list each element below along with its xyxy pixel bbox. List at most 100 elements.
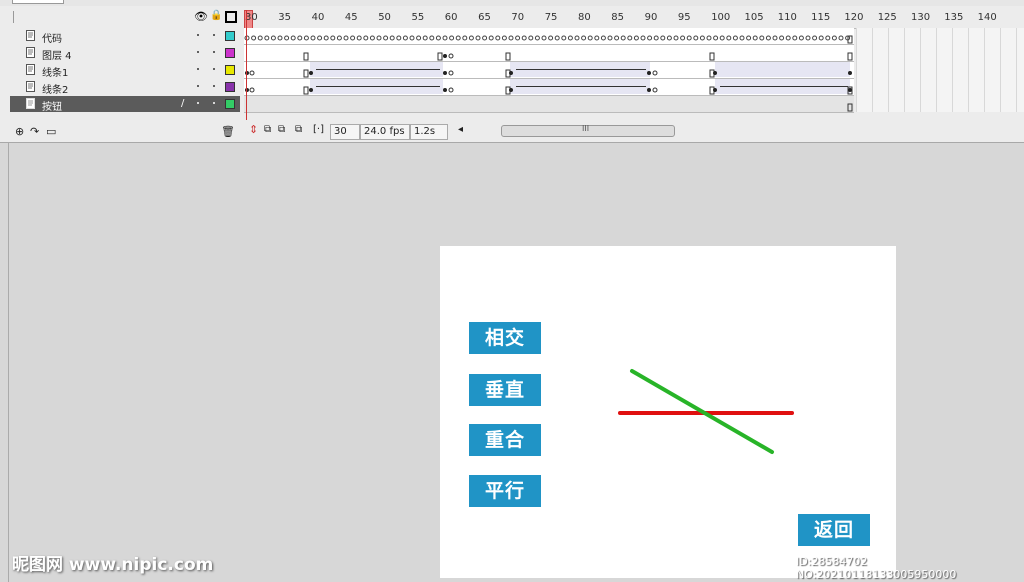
code-frame-marker bbox=[336, 35, 342, 41]
eye-icon[interactable]: 👁 bbox=[194, 10, 208, 23]
code-frame-marker bbox=[303, 35, 309, 41]
visibility-dot[interactable] bbox=[197, 85, 199, 87]
code-frame-marker bbox=[297, 35, 303, 41]
add-guide-icon[interactable]: ↷ bbox=[30, 125, 39, 138]
code-frame-marker bbox=[785, 35, 791, 41]
code-frame-marker bbox=[409, 35, 415, 41]
visibility-dot[interactable] bbox=[197, 102, 199, 104]
ruler-label: 50 bbox=[378, 12, 391, 23]
scene-tab[interactable] bbox=[12, 0, 64, 4]
lock-icon[interactable]: 🔒 bbox=[210, 10, 222, 21]
code-frame-marker bbox=[706, 35, 712, 41]
outline-icon[interactable] bbox=[225, 11, 237, 23]
code-frame-marker bbox=[660, 35, 666, 41]
code-frame-marker bbox=[416, 35, 422, 41]
code-frame-marker bbox=[825, 35, 831, 41]
code-frame-marker bbox=[607, 35, 613, 41]
code-frame-marker bbox=[792, 35, 798, 41]
watermark-id: ID:28584702 NO:20210118133005950000 bbox=[796, 555, 957, 581]
code-frame-marker bbox=[323, 35, 329, 41]
code-frame-marker bbox=[521, 35, 527, 41]
watermark: 昵图网 www.nipic.com bbox=[12, 555, 214, 575]
scroll-left-icon[interactable]: ◂ bbox=[458, 124, 463, 135]
code-frame-marker bbox=[818, 35, 824, 41]
fps-field[interactable]: 24.0 fps bbox=[360, 124, 410, 140]
code-frame-marker bbox=[739, 35, 745, 41]
trash-icon[interactable]: 🗑 bbox=[221, 125, 235, 138]
code-frame-marker bbox=[330, 35, 336, 41]
code-frame-marker bbox=[356, 35, 362, 41]
code-frame-marker bbox=[805, 35, 811, 41]
code-frame-marker bbox=[310, 35, 316, 41]
code-frame-marker bbox=[719, 35, 725, 41]
layer-row-line1[interactable]: 线条1 bbox=[10, 62, 240, 79]
visibility-dot[interactable] bbox=[197, 51, 199, 53]
layer-color-swatch[interactable] bbox=[225, 48, 235, 58]
layer-color-swatch[interactable] bbox=[225, 99, 235, 109]
layer-header: 👁 🔒 bbox=[10, 8, 240, 28]
center-frame-icon[interactable]: ⇕ bbox=[249, 123, 258, 136]
code-frame-marker bbox=[528, 35, 534, 41]
code-frame-marker bbox=[363, 35, 369, 41]
visibility-dot[interactable] bbox=[197, 34, 199, 36]
layer-icon bbox=[26, 30, 36, 41]
layer-row-line2[interactable]: 线条2 bbox=[10, 79, 240, 96]
ruler-label: 130 bbox=[911, 12, 931, 23]
add-folder-icon[interactable]: ▭ bbox=[46, 125, 56, 138]
timeline-scrollbar[interactable]: III bbox=[501, 124, 675, 137]
code-frame-marker bbox=[376, 35, 382, 41]
edit-multiple-icon[interactable]: ⧉ bbox=[295, 124, 302, 135]
frame-grid-empty[interactable] bbox=[856, 28, 1024, 112]
visibility-dot[interactable] bbox=[197, 68, 199, 70]
code-frame-marker bbox=[779, 35, 785, 41]
code-frame-marker bbox=[594, 35, 600, 41]
onion-outline-icon[interactable]: ⧉ bbox=[278, 124, 285, 135]
code-frame-marker bbox=[620, 35, 626, 41]
time-field[interactable]: 1.2s bbox=[410, 124, 448, 140]
current-frame-field[interactable]: 30 bbox=[330, 124, 360, 140]
timeline-panel: 👁 🔒 代码 图层 4 线条1 线条2 按钮 / 30 35 40 45 50 … bbox=[0, 0, 1024, 143]
code-frame-marker bbox=[435, 35, 441, 41]
code-frame-marker bbox=[673, 35, 679, 41]
ruler-label: 35 bbox=[278, 12, 292, 23]
lock-dot[interactable] bbox=[213, 102, 215, 104]
layer-color-swatch[interactable] bbox=[225, 82, 235, 92]
ruler-label: 80 bbox=[578, 12, 591, 23]
code-frame-marker bbox=[686, 35, 692, 41]
code-frame-marker bbox=[270, 35, 276, 41]
code-frame-marker bbox=[812, 35, 818, 41]
keyframe-markers bbox=[244, 35, 853, 112]
lock-dot[interactable] bbox=[213, 85, 215, 87]
code-frame-marker bbox=[350, 35, 356, 41]
ruler-label: 75 bbox=[544, 12, 558, 23]
add-layer-icon[interactable]: ⊕ bbox=[15, 125, 24, 138]
code-frame-marker bbox=[422, 35, 428, 41]
stage[interactable]: 相交 垂直 重合 平行 返回 bbox=[440, 246, 896, 578]
layer-row-code[interactable]: 代码 bbox=[10, 28, 240, 45]
code-frame-marker bbox=[666, 35, 672, 41]
lock-dot[interactable] bbox=[213, 51, 215, 53]
ruler-label: 140 bbox=[977, 12, 997, 23]
code-frame-marker bbox=[633, 35, 639, 41]
code-frame-marker bbox=[653, 35, 659, 41]
layer-color-swatch[interactable] bbox=[225, 65, 235, 75]
code-frame-marker bbox=[495, 35, 501, 41]
layer-row-layer4[interactable]: 图层 4 bbox=[10, 45, 240, 62]
onion-markers-icon[interactable]: [·] bbox=[313, 124, 324, 135]
layer-icon bbox=[26, 81, 36, 92]
code-frame-marker bbox=[838, 35, 844, 41]
code-frame-marker bbox=[765, 35, 771, 41]
layer-color-swatch[interactable] bbox=[225, 31, 235, 41]
code-frame-marker bbox=[449, 35, 455, 41]
code-frame-marker bbox=[554, 35, 560, 41]
layer-name: 线条1 bbox=[42, 68, 69, 79]
ruler-label: 65 bbox=[478, 12, 491, 23]
lock-dot[interactable] bbox=[213, 34, 215, 36]
onion-skin-icon[interactable]: ⧉ bbox=[264, 124, 271, 135]
code-frame-marker bbox=[541, 35, 547, 41]
code-frame-marker bbox=[640, 35, 646, 41]
layer-row-button[interactable]: 按钮 / bbox=[10, 96, 240, 113]
code-frame-marker bbox=[515, 35, 521, 41]
lock-dot[interactable] bbox=[213, 68, 215, 70]
frame-ruler[interactable] bbox=[244, 10, 1024, 29]
